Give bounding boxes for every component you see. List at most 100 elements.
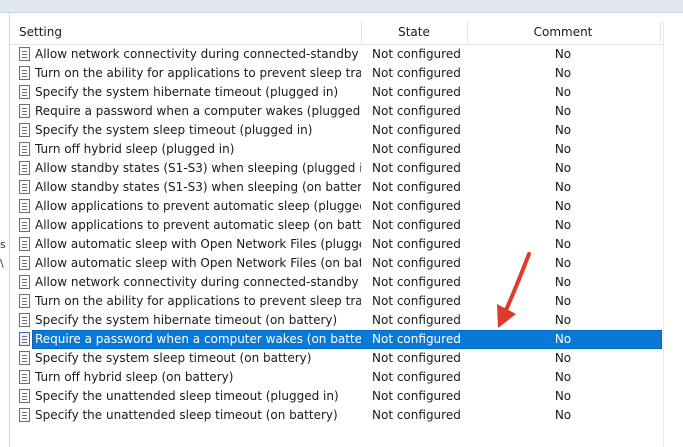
table-row[interactable]: Specify the system hibernate timeout (on…	[10, 311, 663, 330]
column-header-comment[interactable]: Comment	[467, 20, 659, 44]
setting-comment: No	[554, 47, 572, 61]
policy-setting-icon	[19, 199, 30, 213]
setting-name: Specify the system sleep timeout (plugge…	[35, 123, 313, 137]
setting-name: Allow applications to prevent automatic …	[35, 199, 361, 213]
setting-comment: No	[554, 199, 572, 213]
column-header-setting[interactable]: Setting	[19, 20, 62, 44]
table-row[interactable]: Allow applications to prevent automatic …	[10, 216, 663, 235]
table-row[interactable]: Allow standby states (S1-S3) when sleepi…	[10, 159, 663, 178]
table-row[interactable]: Specify the system hibernate timeout (pl…	[10, 83, 663, 102]
setting-state: Not configured	[372, 332, 461, 346]
setting-state: Not configured	[372, 161, 461, 175]
setting-state: Not configured	[372, 313, 461, 327]
table-row[interactable]: Turn on the ability for applications to …	[10, 64, 663, 83]
setting-name: Allow automatic sleep with Open Network …	[35, 256, 361, 270]
setting-comment: No	[554, 180, 572, 194]
column-header: Setting State Comment	[10, 20, 663, 45]
setting-state: Not configured	[372, 408, 461, 422]
setting-name: Specify the unattended sleep timeout (pl…	[35, 389, 339, 403]
setting-comment: No	[554, 332, 572, 346]
setting-name: Allow automatic sleep with Open Network …	[35, 237, 361, 251]
table-row-selected[interactable]: Require a password when a computer wakes…	[10, 330, 663, 349]
policy-setting-icon	[19, 351, 30, 365]
policy-setting-icon	[19, 142, 30, 156]
setting-state: Not configured	[372, 256, 461, 270]
setting-state: Not configured	[372, 237, 461, 251]
setting-state: Not configured	[372, 180, 461, 194]
setting-state: Not configured	[372, 104, 461, 118]
setting-name: Specify the system sleep timeout (on bat…	[35, 351, 312, 365]
table-row[interactable]: Allow automatic sleep with Open Network …	[10, 235, 663, 254]
policy-setting-icon	[19, 123, 30, 137]
setting-state: Not configured	[372, 275, 461, 289]
table-row[interactable]: Allow network connectivity during connec…	[10, 45, 663, 64]
setting-name: Require a password when a computer wakes…	[35, 104, 361, 118]
table-row[interactable]: Turn off hybrid sleep (on battery) Not co…	[10, 368, 663, 387]
policy-setting-icon	[19, 294, 30, 308]
policy-setting-icon	[19, 218, 30, 232]
policy-setting-icon	[19, 389, 30, 403]
setting-name: Allow applications to prevent automatic …	[35, 218, 361, 232]
setting-name: Allow standby states (S1-S3) when sleepi…	[35, 180, 361, 194]
policy-setting-icon	[19, 256, 30, 270]
setting-comment: No	[554, 142, 572, 156]
setting-comment: No	[554, 218, 572, 232]
policy-setting-icon	[19, 332, 30, 346]
setting-state: Not configured	[372, 351, 461, 365]
table-row[interactable]: Turn off hybrid sleep (plugged in) Not co…	[10, 140, 663, 159]
setting-name: Specify the unattended sleep timeout (on…	[35, 408, 338, 422]
setting-comment: No	[554, 389, 572, 403]
table-row[interactable]: Allow network connectivity during connec…	[10, 273, 663, 292]
setting-comment: No	[554, 66, 572, 80]
setting-name: Allow network connectivity during connec…	[35, 275, 361, 289]
setting-state: Not configured	[372, 85, 461, 99]
setting-comment: No	[554, 370, 572, 384]
setting-comment: No	[554, 161, 572, 175]
policy-setting-icon	[19, 275, 30, 289]
policy-setting-icon	[19, 408, 30, 422]
setting-name: Specify the system hibernate timeout (on…	[35, 313, 338, 327]
setting-state: Not configured	[372, 47, 461, 61]
setting-comment: No	[554, 123, 572, 137]
policy-setting-icon	[19, 180, 30, 194]
setting-name: Turn off hybrid sleep (plugged in)	[35, 142, 235, 156]
table-row[interactable]: Specify the unattended sleep timeout (on…	[10, 406, 663, 425]
column-header-state[interactable]: State	[361, 20, 467, 44]
setting-state: Not configured	[372, 199, 461, 213]
setting-state: Not configured	[372, 370, 461, 384]
setting-name: Specify the system hibernate timeout (pl…	[35, 85, 339, 99]
setting-name: Turn on the ability for applications to …	[35, 66, 361, 80]
table-row[interactable]: Allow automatic sleep with Open Network …	[10, 254, 663, 273]
policy-setting-icon	[19, 370, 30, 384]
table-row[interactable]: Turn on the ability for applications to …	[10, 292, 663, 311]
setting-comment: No	[554, 104, 572, 118]
policy-setting-icon	[19, 47, 30, 61]
table-row[interactable]: Allow applications to prevent automatic …	[10, 197, 663, 216]
setting-name: Turn on the ability for applications to …	[35, 294, 361, 308]
setting-comment: No	[554, 408, 572, 422]
left-pane-fragment: \	[0, 257, 4, 270]
table-row[interactable]: Allow standby states (S1-S3) when sleepi…	[10, 178, 663, 197]
setting-name: Allow standby states (S1-S3) when sleepi…	[35, 161, 361, 175]
setting-name: Turn off hybrid sleep (on battery)	[35, 370, 234, 384]
table-row[interactable]: Specify the system sleep timeout (on bat…	[10, 349, 663, 368]
setting-state: Not configured	[372, 142, 461, 156]
policy-setting-icon	[19, 66, 30, 80]
table-row[interactable]: Specify the system sleep timeout (plugge…	[10, 121, 663, 140]
policy-setting-icon	[19, 313, 30, 327]
policy-setting-icon	[19, 237, 30, 251]
setting-name: Require a password when a computer wakes…	[35, 332, 361, 346]
policy-setting-icon	[19, 85, 30, 99]
policy-settings-list: Allow network connectivity during connec…	[10, 45, 663, 425]
table-row[interactable]: Specify the unattended sleep timeout (pl…	[10, 387, 663, 406]
policy-setting-icon	[19, 104, 30, 118]
setting-state: Not configured	[372, 294, 461, 308]
setting-state: Not configured	[372, 66, 461, 80]
red-arrow-annotation	[497, 252, 531, 328]
window-top-strip	[0, 0, 683, 13]
table-row[interactable]: Require a password when a computer wakes…	[10, 102, 663, 121]
setting-state: Not configured	[372, 123, 461, 137]
column-divider[interactable]	[660, 22, 661, 42]
left-pane-fragment: s	[0, 238, 6, 251]
list-right-edge	[663, 20, 664, 447]
